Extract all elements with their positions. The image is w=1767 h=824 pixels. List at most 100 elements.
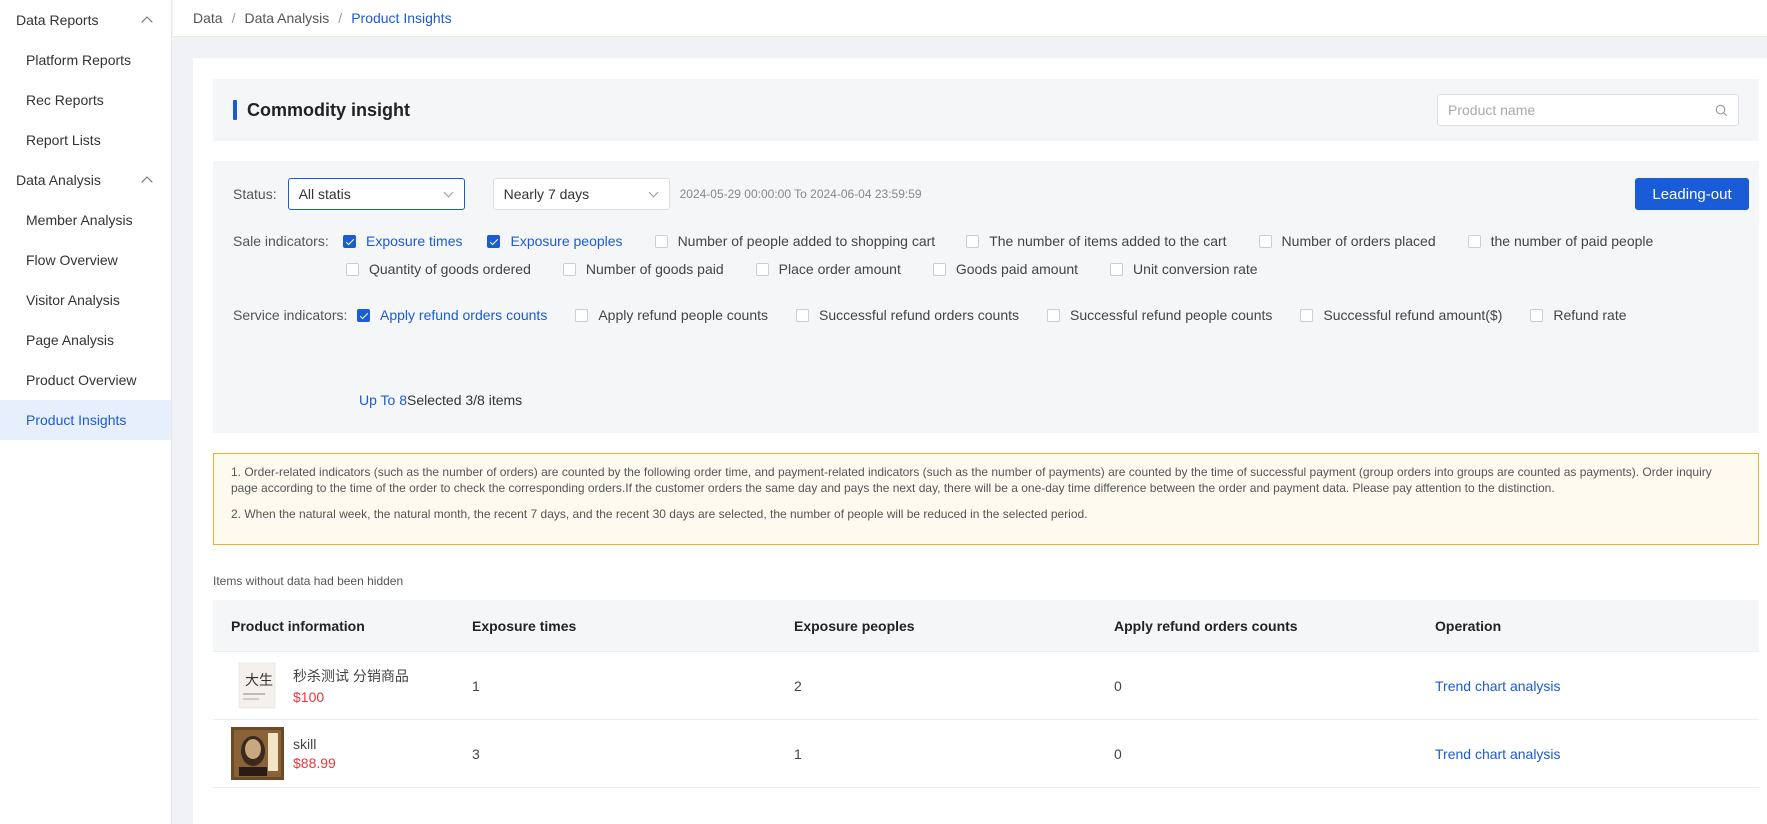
sidebar-item-rec-reports[interactable]: Rec Reports	[0, 80, 171, 120]
checkbox-items-added-to-cart[interactable]: The number of items added to the cart	[966, 233, 1227, 249]
checkbox-successful-refund-orders[interactable]: Successful refund orders counts	[796, 307, 1019, 323]
sidebar-item-visitor-analysis[interactable]: Visitor Analysis	[0, 280, 171, 320]
checkbox-successful-refund-people[interactable]: Successful refund people counts	[1047, 307, 1272, 323]
chevron-up-icon	[141, 176, 153, 188]
checkbox-unit-conversion-rate[interactable]: Unit conversion rate	[1110, 261, 1258, 277]
checkbox-label: Place order amount	[778, 261, 901, 277]
breadcrumb-item-data-analysis[interactable]: Data Analysis	[244, 10, 329, 26]
checkbox-apply-refund-orders[interactable]: Apply refund orders counts	[357, 307, 547, 323]
selected-count-text: Selected 3/8 items	[407, 392, 523, 408]
table-row: 大生 秒杀测试 分销商品 $100 1 2 0 Trend chart anal…	[213, 652, 1759, 720]
period-select[interactable]: Nearly 7 days	[492, 178, 670, 210]
service-indicators-row: Apply refund orders counts Apply refund …	[357, 307, 1627, 323]
product-text: skill $88.99	[293, 736, 336, 771]
sidebar-item-label: Member Analysis	[26, 212, 133, 228]
breadcrumb-item-data[interactable]: Data	[193, 10, 223, 26]
breadcrumb: Data / Data Analysis / Product Insights	[173, 0, 1767, 37]
apply-refund-orders-cell: 0	[1114, 745, 1122, 762]
checkbox-label: Number of orders placed	[1281, 233, 1436, 249]
table-header: Product information Exposure times Expos…	[213, 600, 1759, 652]
checkbox-apply-refund-people[interactable]: Apply refund people counts	[575, 307, 768, 323]
product-thumbnail[interactable]: 大生	[231, 659, 284, 712]
checkbox-orders-placed[interactable]: Number of orders placed	[1258, 233, 1436, 249]
sidebar-item-product-insights[interactable]: Product Insights	[0, 400, 171, 440]
export-button[interactable]: Leading-out	[1635, 178, 1749, 210]
sale-indicators-row-1: Exposure times Exposure peoples Number o…	[343, 233, 1653, 249]
status-select[interactable]: All statis	[287, 178, 465, 210]
title-accent-bar	[233, 100, 237, 120]
breadcrumb-separator: /	[231, 10, 236, 26]
column-header-operation: Operation	[1435, 617, 1502, 634]
checkbox-label: Exposure peoples	[510, 233, 623, 249]
checkbox-goods-ordered[interactable]: Quantity of goods ordered	[346, 261, 531, 277]
exposure-times-cell: 3	[472, 745, 480, 762]
table-row: skill $88.99 3 1 0 Trend chart analysis	[213, 720, 1759, 788]
date-range-text: 2024-05-29 00:00:00 To 2024-06-04 23:59:…	[679, 187, 922, 201]
checkbox-label: Refund rate	[1553, 307, 1627, 323]
sidebar-group-data-reports[interactable]: Data Reports	[0, 0, 171, 40]
sidebar-item-page-analysis[interactable]: Page Analysis	[0, 320, 171, 360]
svg-text:大生: 大生	[245, 673, 273, 689]
sidebar-item-platform-reports[interactable]: Platform Reports	[0, 40, 171, 80]
checkbox-goods-paid-amount[interactable]: Goods paid amount	[932, 261, 1079, 277]
column-header-exposure-peoples: Exposure peoples	[794, 617, 915, 634]
sidebar-item-report-lists[interactable]: Report Lists	[0, 120, 171, 160]
sidebar-item-label: Platform Reports	[26, 52, 132, 68]
exposure-peoples-cell: 2	[794, 677, 802, 694]
checkbox-successful-refund-amount[interactable]: Successful refund amount($)	[1300, 307, 1502, 323]
checkbox-label: Number of people added to shopping cart	[677, 233, 936, 249]
sidebar-item-label: Product Overview	[26, 372, 137, 388]
checkbox-box	[796, 308, 810, 322]
checkbox-label: Unit conversion rate	[1133, 261, 1258, 277]
checkbox-people-added-to-cart[interactable]: Number of people added to shopping cart	[654, 233, 936, 249]
sidebar-item-label: Rec Reports	[26, 92, 104, 108]
checkbox-paid-people[interactable]: the number of paid people	[1467, 233, 1653, 249]
product-info-cell: skill $88.99	[213, 727, 472, 780]
notice-box: 1. Order-related indicators (such as the…	[213, 453, 1759, 545]
checkbox-box	[932, 262, 946, 276]
checkbox-place-order-amount[interactable]: Place order amount	[755, 261, 901, 277]
checkbox-label: Successful refund orders counts	[819, 307, 1020, 323]
up-to-limit-text: Up To 8	[359, 392, 407, 408]
checkbox-box	[346, 262, 359, 276]
checkbox-goods-paid[interactable]: Number of goods paid	[562, 261, 724, 277]
product-price: $100	[293, 689, 325, 705]
exposure-peoples-cell: 1	[794, 745, 802, 762]
checkbox-exposure-times[interactable]: Exposure times	[343, 233, 462, 249]
checkbox-label: Apply refund orders counts	[380, 307, 548, 323]
sidebar-group-label: Data Analysis	[16, 172, 101, 188]
sidebar-item-flow-overview[interactable]: Flow Overview	[0, 240, 171, 280]
breadcrumb-separator: /	[338, 10, 343, 26]
chevron-down-icon	[648, 187, 659, 198]
trend-chart-analysis-link[interactable]: Trend chart analysis	[1435, 678, 1561, 694]
checkbox-refund-rate[interactable]: Refund rate	[1530, 307, 1627, 323]
checkbox-box	[343, 234, 356, 248]
checkbox-label: Apply refund people counts	[598, 307, 769, 323]
search-box	[1437, 94, 1739, 126]
status-label: Status:	[233, 186, 277, 202]
sidebar-group-data-analysis[interactable]: Data Analysis	[0, 160, 171, 200]
sidebar-item-member-analysis[interactable]: Member Analysis	[0, 200, 171, 240]
product-info-cell: 大生 秒杀测试 分销商品 $100	[213, 659, 472, 712]
sidebar-item-product-overview[interactable]: Product Overview	[0, 360, 171, 400]
checkbox-exposure-peoples[interactable]: Exposure peoples	[487, 233, 623, 249]
checkbox-label: Successful refund amount($)	[1323, 307, 1503, 323]
product-thumbnail[interactable]	[231, 727, 284, 780]
filter-panel: Status: All statis Nearly 7 days 2024-05…	[213, 161, 1759, 433]
service-indicators-label: Service indicators:	[233, 307, 348, 323]
product-price: $88.99	[293, 755, 336, 771]
checkbox-box	[1047, 308, 1061, 322]
search-input[interactable]	[1448, 102, 1698, 118]
checkbox-label: Exposure times	[366, 233, 463, 249]
checkbox-box	[1467, 234, 1481, 248]
sale-indicators-label: Sale indicators:	[233, 233, 329, 249]
sidebar: Data Reports Platform Reports Rec Report…	[0, 0, 172, 824]
selection-count: Up To 8Selected 3/8 items	[359, 392, 522, 408]
search-icon[interactable]	[1715, 104, 1728, 117]
checkbox-box	[654, 234, 668, 248]
trend-chart-analysis-link[interactable]: Trend chart analysis	[1435, 746, 1561, 762]
checkbox-label: The number of items added to the cart	[989, 233, 1227, 249]
checkbox-label: Goods paid amount	[955, 261, 1079, 277]
chevron-up-icon	[141, 16, 153, 28]
checkbox-label: Quantity of goods ordered	[369, 261, 531, 277]
